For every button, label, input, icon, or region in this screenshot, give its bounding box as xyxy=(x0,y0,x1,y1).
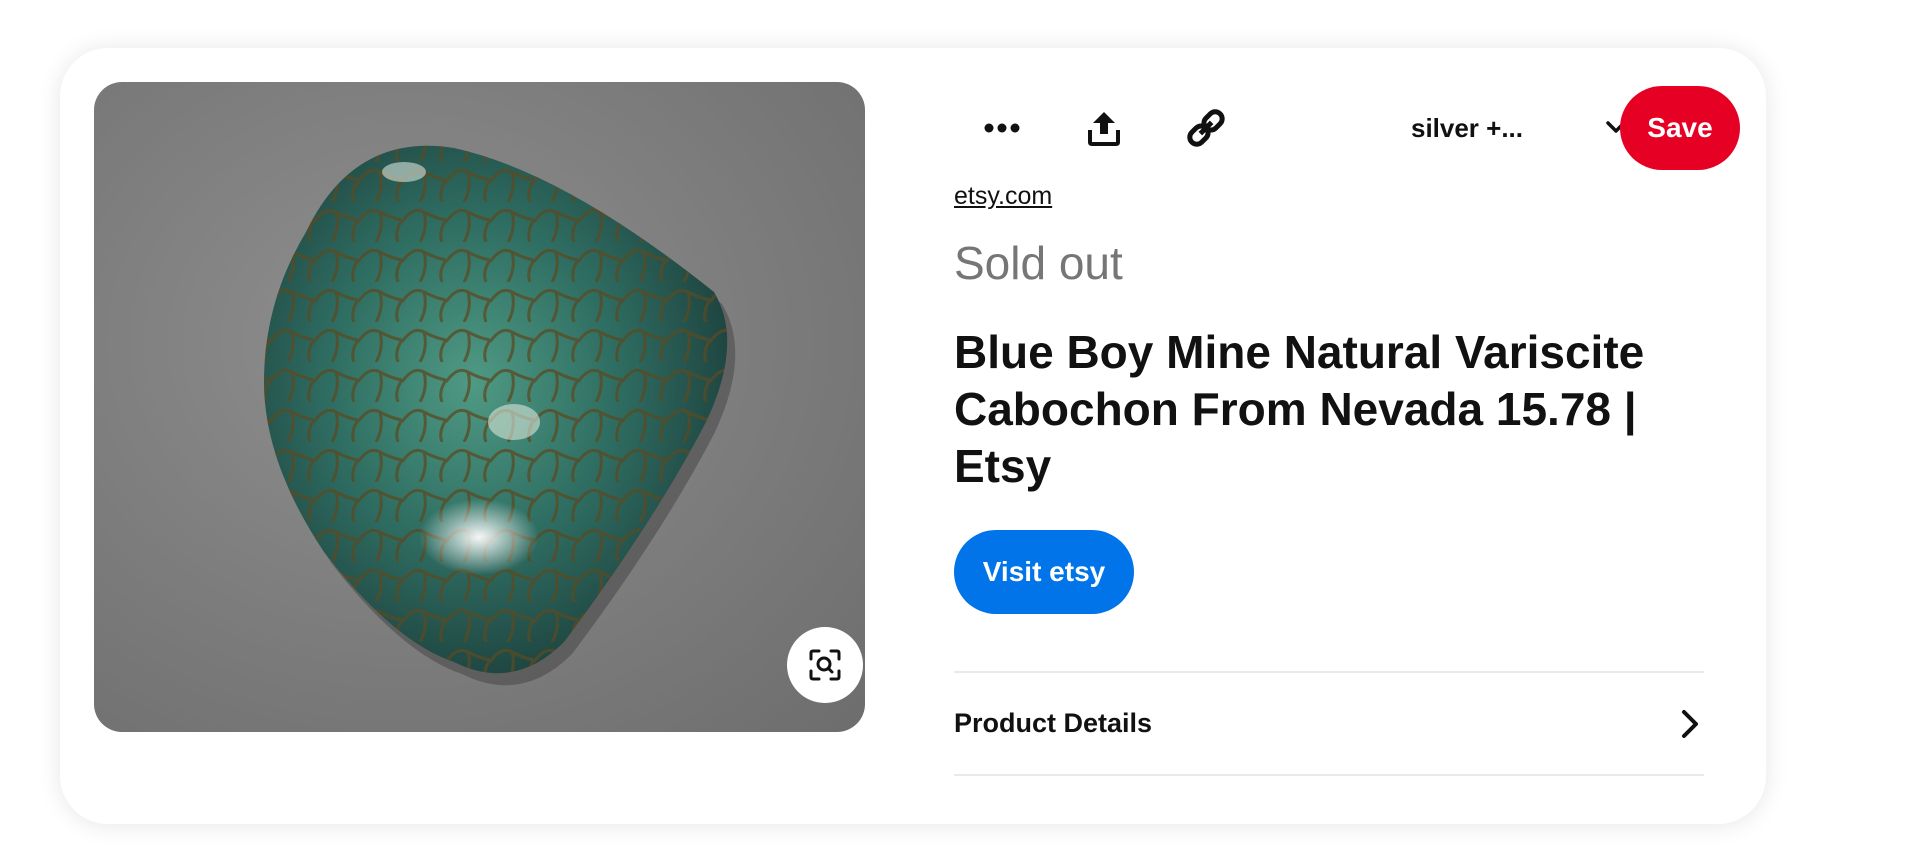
board-select[interactable]: silver +... xyxy=(1354,100,1626,156)
chevron-right-icon xyxy=(1682,710,1698,738)
more-options-button[interactable] xyxy=(972,98,1032,158)
divider xyxy=(954,774,1704,776)
pin-title: Blue Boy Mine Natural Variscite Cabochon… xyxy=(954,326,1645,492)
pin-toolbar: silver +... Save xyxy=(954,86,1742,170)
visual-search-button[interactable] xyxy=(787,627,863,703)
visual-search-lens-icon xyxy=(809,649,841,681)
share-upload-icon xyxy=(1088,112,1120,146)
copy-link-button[interactable] xyxy=(1176,98,1236,158)
pin-image[interactable] xyxy=(94,82,865,732)
chain-link-icon xyxy=(1187,109,1225,147)
share-button[interactable] xyxy=(1074,98,1134,158)
product-details-row[interactable]: Product Details xyxy=(954,673,1704,774)
visit-site-button[interactable]: Visit etsy xyxy=(954,530,1134,614)
more-dots-icon xyxy=(984,123,1020,133)
pin-card: silver +... Save etsy.com Sold out Blue … xyxy=(60,48,1766,824)
board-name: silver +... xyxy=(1410,112,1524,143)
product-details-label: Product Details xyxy=(954,708,1153,738)
save-button[interactable]: Save xyxy=(1620,86,1740,170)
pin-details: silver +... Save etsy.com Sold out Blue … xyxy=(954,48,1740,824)
source-link[interactable]: etsy.com xyxy=(954,182,1052,211)
cabochon-stone-image xyxy=(264,145,736,686)
availability-status: Sold out xyxy=(954,237,1123,289)
